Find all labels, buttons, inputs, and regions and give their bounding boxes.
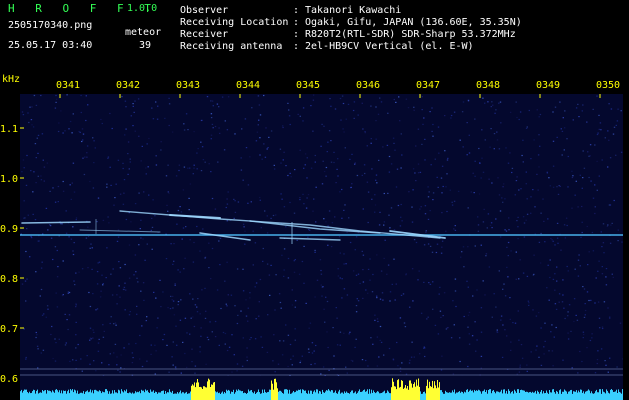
x-tick-label: 0348	[476, 80, 501, 91]
info-key: Receiver	[180, 29, 229, 40]
info-sep: :	[293, 29, 300, 40]
x-tick-label: 0344	[236, 80, 261, 91]
timestamp: 25.05.17 03:40	[8, 40, 93, 51]
y-tick-label: 1.1	[0, 124, 19, 135]
x-tick-label: 0350	[596, 80, 621, 91]
y-tick-label: 0.8	[0, 274, 19, 285]
info-key: Receiving antenna	[180, 41, 283, 52]
info-value: 2el-HB9CV Vertical (el. E-W)	[305, 41, 474, 52]
info-row-observer: Observer: Takanori Kawachi	[180, 5, 522, 17]
info-key: Observer	[180, 5, 229, 16]
y-tick-label: 0.6	[0, 374, 19, 385]
app-version: 1.0.0	[127, 3, 158, 14]
spectrogram	[20, 94, 623, 376]
meteor-echo	[21, 221, 91, 224]
info-value: Ogaki, Gifu, JAPAN (136.60E, 35.35N)	[305, 17, 522, 28]
y-tick-marks	[20, 127, 24, 329]
meteor-echo	[279, 237, 341, 241]
x-tick-label: 0347	[416, 80, 441, 91]
info-sep: :	[293, 17, 300, 28]
meteor-label: meteor	[125, 27, 162, 38]
meteor-echo	[249, 220, 381, 234]
file-name: 2505170340.png	[8, 20, 93, 31]
y-tick-label: 0.7	[0, 324, 19, 335]
x-tick-label: 0342	[116, 80, 141, 91]
info-row-location: Receiving Location: Ogaki, Gifu, JAPAN (1…	[180, 17, 522, 29]
info-row-antenna: Receiving antenna:2el-HB9CV Vertical (el…	[180, 41, 522, 53]
signal-waveform	[20, 376, 623, 400]
spectrogram-canvas	[20, 94, 623, 376]
y-tick-label: 0.9	[0, 224, 19, 235]
y-axis-unit: kHz	[2, 74, 21, 85]
x-tick-label: 0343	[176, 80, 201, 91]
x-tick-label: 0341	[56, 80, 81, 91]
meteor-echo	[79, 229, 161, 233]
info-key: Receiving Location	[180, 17, 289, 28]
info-sep: :	[293, 41, 300, 52]
y-tick-label: 1.0	[0, 174, 19, 185]
info-sep: :	[293, 5, 300, 16]
x-tick-label: 0349	[536, 80, 561, 91]
x-tick-marks	[59, 94, 601, 98]
info-value: Takanori Kawachi	[305, 5, 402, 16]
meteor-echo	[199, 232, 251, 241]
x-tick-label: 0345	[296, 80, 321, 91]
info-value: R820T2(RTL-SDR) SDR-Sharp 53.372MHz	[305, 29, 516, 40]
info-row-receiver: Receiver: R820T2(RTL-SDR) SDR-Sharp 53.37…	[180, 29, 522, 41]
station-info: Observer: Takanori Kawachi Receiving Loca…	[180, 5, 522, 53]
x-tick-label: 0346	[356, 80, 381, 91]
meteor-count: 39	[139, 40, 152, 51]
